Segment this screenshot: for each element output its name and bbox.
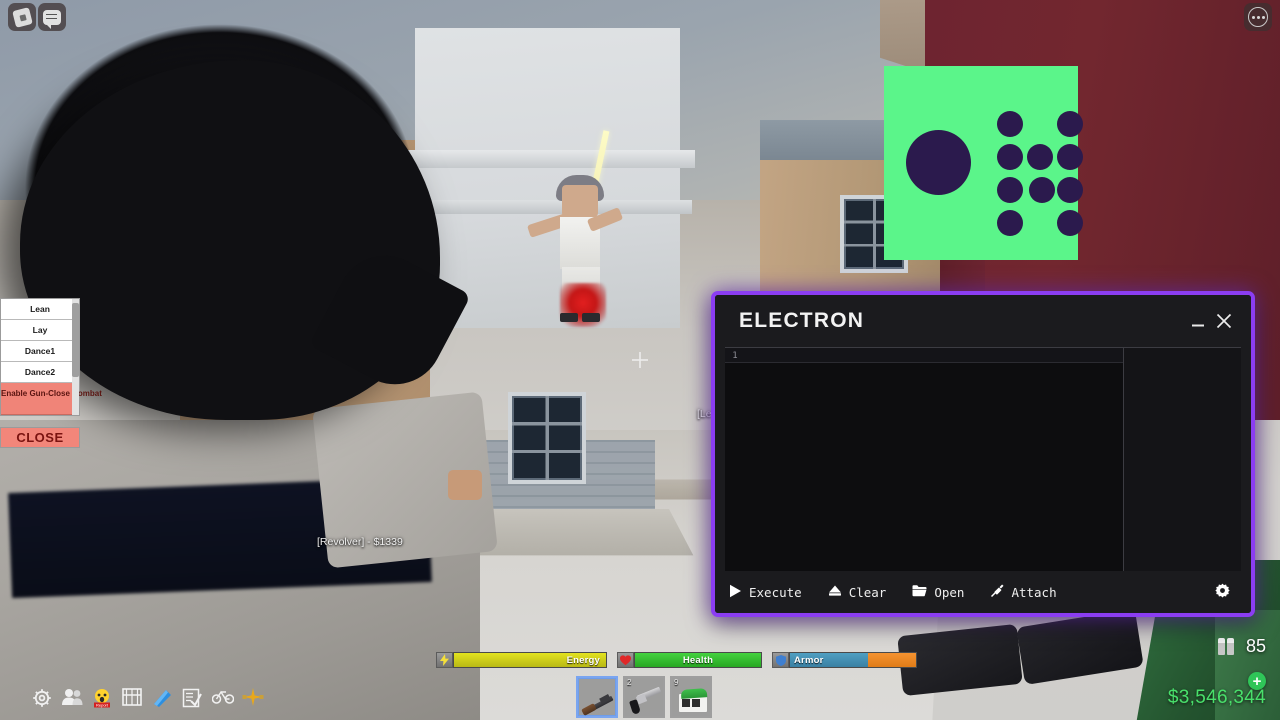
revolver-icon [629,682,662,715]
shield-icon [772,652,789,668]
emote-item-dance1[interactable]: Dance1 [1,341,79,362]
emote-item-dance2[interactable]: Dance2 [1,362,79,383]
heart-icon [617,652,634,668]
editor-code-content[interactable] [745,348,1123,571]
script-list-panel[interactable] [1123,347,1241,571]
npc-foot-right [582,313,600,322]
electron-window: ELECTRON 1 Execute Clear Open Attach [711,291,1255,617]
open-label: Open [934,584,965,600]
quests-icon[interactable] [182,688,202,708]
electron-body: 1 [715,347,1251,571]
emote-menu-scrollbar[interactable] [72,299,79,415]
hotbar-slot-9-number: 9 [674,678,679,687]
ammo-icon [1217,638,1234,655]
attach-button[interactable]: Attach [990,583,1057,601]
bicycle-icon[interactable] [211,688,235,708]
ammo-hud: 85 [1217,636,1266,657]
teleport-icon[interactable] [242,688,264,708]
hotbar-slot-1-shotgun[interactable] [576,676,618,718]
energy-label: Energy [566,654,600,666]
money-amount: $3,546,344 [1167,687,1266,708]
lightning-icon [436,652,453,668]
chat-icon[interactable] [38,3,66,31]
svg-text:Report: Report [96,703,109,708]
health-label: Health [682,654,714,666]
electron-titlebar[interactable]: ELECTRON [715,295,1251,347]
inventory-chest-icon[interactable] [122,688,142,708]
emote-item-lay[interactable]: Lay [1,320,79,341]
armor-bar: Armor [772,652,917,668]
cash-icon [676,682,708,712]
game-screen: [Revolver] - $1339 [Le Lean Lay Dance1 D… [0,0,1280,720]
roblox-logo-icon[interactable] [8,3,36,31]
window-center [508,392,586,484]
health-bar: Health [617,652,762,668]
armor-label: Armor [794,654,824,666]
script-editor[interactable]: 1 [725,347,1123,571]
gear-icon [1215,583,1230,601]
minimize-button[interactable] [1185,308,1211,334]
armor-track: Armor [789,652,917,668]
attach-label: Attach [1011,584,1057,600]
electron-title: ELECTRON [739,309,865,332]
health-track: Health [634,652,762,668]
execute-label: Execute [749,584,802,600]
emote-item-lean[interactable]: Lean [1,299,79,320]
npc-foot-left [560,313,578,322]
settings-gear-button[interactable] [1215,583,1237,601]
hotbar-slot-2-number: 2 [627,678,632,687]
execute-button[interactable]: Execute [729,584,802,601]
friends-icon[interactable] [62,688,83,708]
shotgun-icon [581,682,614,716]
clear-label: Clear [848,584,887,600]
hotbar-slot-9-cash[interactable]: 9 [670,676,712,718]
pickaxe-icon[interactable] [152,688,172,708]
npc-character [520,130,630,335]
open-button[interactable]: Open [912,584,964,600]
clear-button[interactable]: Clear [828,584,887,601]
npc-head [562,185,598,217]
editor-line-number: 1 [732,351,738,361]
settings-icon[interactable] [32,688,52,708]
hotbar: 2 9 [576,676,712,718]
eraser-icon [828,584,842,601]
green-n-logo [884,66,1083,260]
emote-item-gun-close-combat[interactable]: Enable Gun-Close Combat [1,383,102,415]
more-options-icon[interactable] [1244,3,1272,31]
electron-toolbar: Execute Clear Open Attach [715,571,1251,613]
energy-bar: Energy [436,652,607,668]
crosshair [632,352,648,368]
emoji-report-icon[interactable]: Report [92,688,112,708]
ammo-count: 85 [1245,636,1266,656]
status-bars: Energy Health Armor [436,652,917,668]
player-hand [448,470,482,500]
syringe-icon [990,583,1004,601]
emote-menu: Lean Lay Dance1 Dance2 Enable Gun-Close … [0,298,102,416]
emote-menu-close-button[interactable]: CLOSE [0,427,80,448]
folder-icon [912,584,927,600]
close-button[interactable] [1211,308,1237,334]
game-menu-icon-row: Report [32,688,264,708]
editor-line-gutter: 1 [725,348,745,571]
play-icon [729,584,742,601]
hotbar-slot-2-revolver[interactable]: 2 [623,676,665,718]
energy-track: Energy [453,652,607,668]
